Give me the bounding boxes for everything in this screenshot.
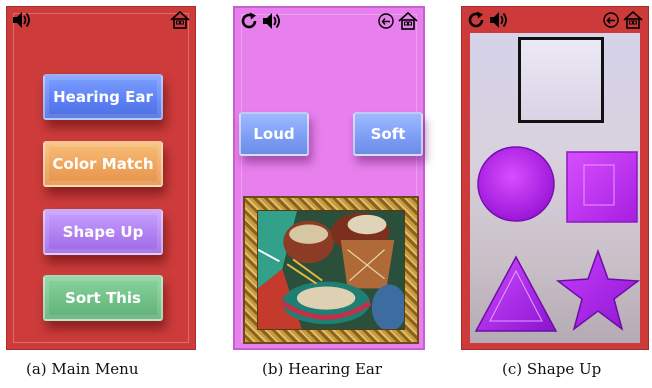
shape-up-button[interactable]: Shape Up [43,209,163,255]
home-icon[interactable] [397,11,419,31]
triangle-shape[interactable] [474,255,558,335]
top-bar [11,10,191,30]
top-bar [466,10,644,30]
drums-photo[interactable] [257,210,407,331]
speaker-icon[interactable] [488,10,510,30]
back-icon[interactable] [602,10,620,30]
color-match-button[interactable]: Color Match [43,141,163,187]
refresh-icon[interactable] [466,10,486,30]
figure-caption: (c) Shape Up [502,360,602,378]
shape-up-screen [461,6,649,350]
figure-caption: (a) Main Menu [26,360,139,378]
speaker-icon[interactable] [261,11,283,31]
top-bar [239,11,419,31]
shape-board [470,33,640,343]
hearing-ear-button[interactable]: Hearing Ear [43,74,163,120]
main-menu-screen: Hearing Ear Color Match Shape Up Sort Th… [6,6,196,350]
square-target[interactable] [518,37,604,123]
picture-frame [243,196,419,344]
figure-caption: (b) Hearing Ear [262,360,383,378]
square-shape[interactable] [566,151,640,225]
back-icon[interactable] [377,11,395,31]
circle-shape[interactable] [476,145,558,223]
home-icon[interactable] [622,10,644,30]
star-shape[interactable] [556,249,640,333]
hearing-ear-screen: Loud Soft [233,6,425,350]
speaker-icon[interactable] [11,10,33,30]
loud-button[interactable]: Loud [239,112,309,156]
sort-this-button[interactable]: Sort This [43,275,163,321]
refresh-icon[interactable] [239,11,259,31]
home-icon[interactable] [169,10,191,30]
soft-button[interactable]: Soft [353,112,423,156]
